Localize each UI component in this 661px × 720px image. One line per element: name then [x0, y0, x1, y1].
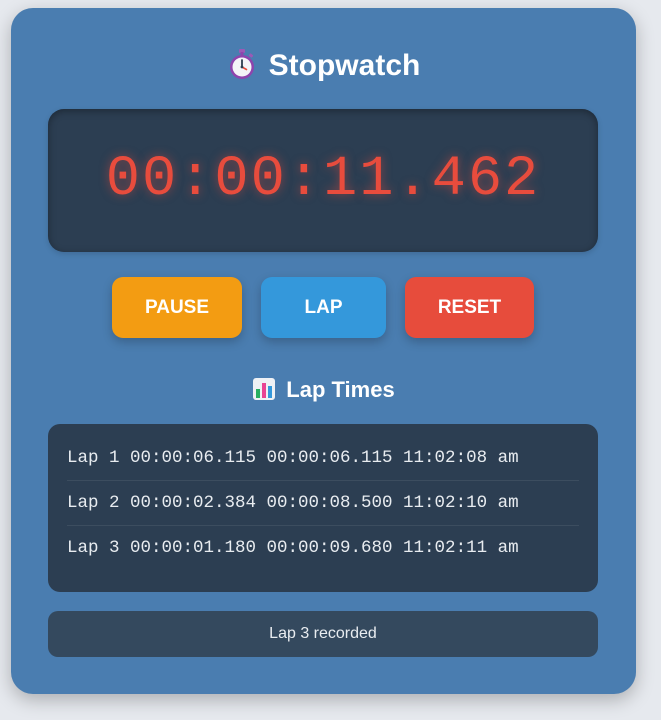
page-title: Stopwatch	[268, 49, 421, 82]
lap-times-label: Lap Times	[286, 377, 395, 402]
pause-button[interactable]: PAUSE	[112, 277, 242, 338]
lap-row: Lap 3 00:00:01.180 00:00:09.680 11:02:11…	[67, 538, 519, 558]
stopwatch-card: Stopwatch 00:00:11.462 PAUSE LAP RESET L…	[11, 8, 636, 694]
app-header: Stopwatch	[11, 48, 636, 84]
time-display: 00:00:11.462	[48, 109, 598, 252]
reset-button[interactable]: RESET	[405, 277, 534, 338]
status-message: Lap 3 recorded	[48, 611, 598, 657]
bar-chart-icon	[252, 377, 276, 401]
stopwatch-icon	[227, 48, 257, 80]
lap-row: Lap 1 00:00:06.115 00:00:06.115 11:02:08…	[67, 436, 579, 481]
lap-times-heading: Lap Times	[11, 376, 636, 404]
lap-button[interactable]: LAP	[261, 277, 386, 338]
lap-row: Lap 2 00:00:02.384 00:00:08.500 11:02:10…	[67, 481, 579, 526]
lap-list: Lap 1 00:00:06.115 00:00:06.115 11:02:08…	[48, 424, 598, 592]
